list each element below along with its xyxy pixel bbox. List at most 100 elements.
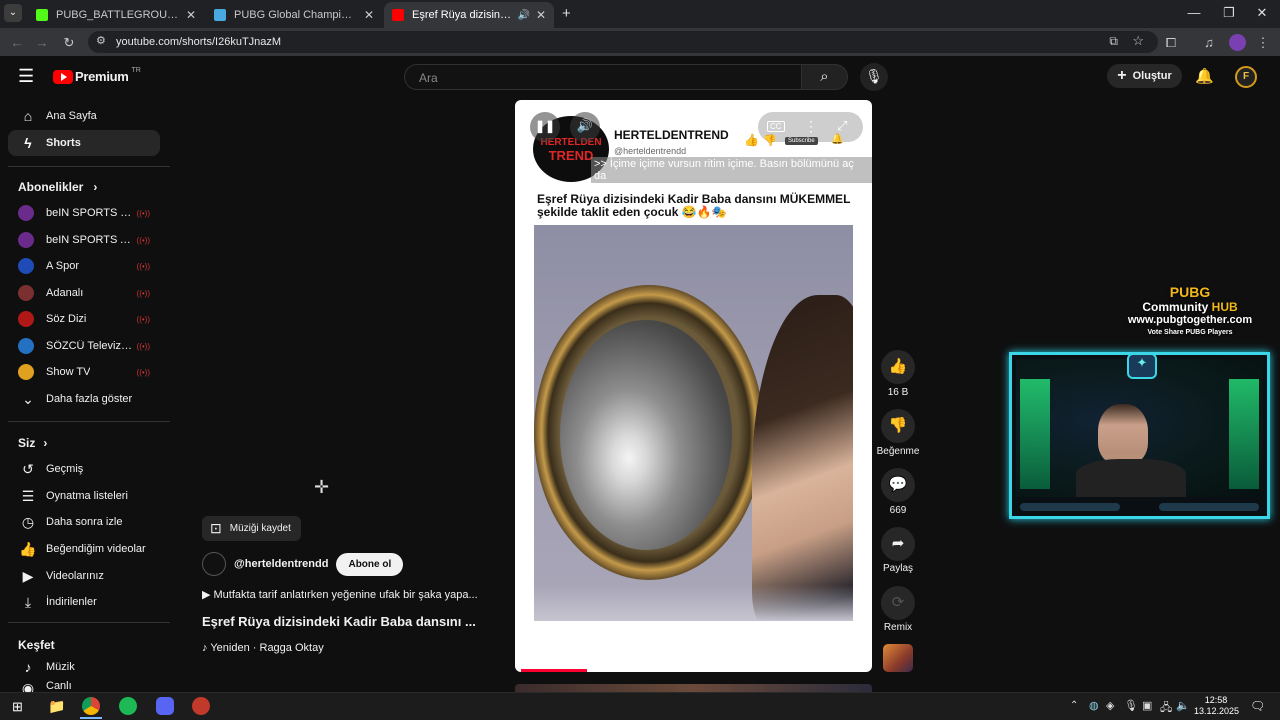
chrome-menu-icon[interactable]: ⋮ [1254,35,1272,51]
next-short-preview[interactable] [515,684,872,692]
sidebar-sub-0[interactable]: beIN SPORTS Tü... ((•)) [8,200,160,226]
save-music-button[interactable]: ⊡ Müziği kaydet [202,516,301,541]
windows-start-icon[interactable]: ⊞ [12,699,23,715]
spotify-taskbar-icon[interactable] [119,697,137,715]
sidebar-sub-5[interactable]: SÖZCÜ Televizyo... ((•)) [8,333,160,359]
sidebar-item-home[interactable]: ⌂ Ana Sayfa [8,103,160,129]
account-avatar[interactable]: F [1235,66,1257,88]
file-explorer-icon[interactable]: 📁 [48,698,65,715]
sidebar-item-shorts[interactable]: ϟ Shorts [8,130,160,156]
sidebar-item-live[interactable]: ◉ Canlı [8,680,160,692]
sidebar-item-liked-videos[interactable]: 👍 Beğendiğim videolar [8,536,160,562]
channel-handle[interactable]: @herteldentrendd [234,558,328,570]
browser-tab-2[interactable]: PUBG Global Championship 20 ✕ [206,2,382,28]
browser-tab-3-active[interactable]: Eşref Rüya dizisindeki Kadir 🔊 ✕ [384,2,554,28]
share-button[interactable]: ➦ [881,527,915,561]
like-button[interactable]: 👍 [881,350,915,384]
tray-chevron-icon[interactable]: ⌃ [1070,700,1078,711]
sidebar-item-your-videos[interactable]: ▶ Videolarınız [8,563,160,589]
more-options-icon[interactable]: ⋮ [804,118,818,135]
install-app-icon[interactable]: ⧉ [1109,34,1118,49]
short-music[interactable]: ♪ Yeniden · Ragga Oktay [202,642,324,654]
sidebar-item-downloads[interactable]: ⤓ İndirilenler [8,589,160,615]
media-control-icon[interactable]: ♫ [1200,35,1218,50]
back-icon[interactable]: ← [8,35,26,50]
subscribe-button[interactable]: Abone ol [336,552,404,576]
search-button[interactable]: ⌕ [801,64,848,90]
channel-avatar[interactable] [202,552,226,576]
sidebar-item-playlists[interactable]: ☰ Oynatma listeleri [8,483,160,509]
minimize-button[interactable]: — [1182,5,1206,20]
fullscreen-icon[interactable]: ⤢ [837,118,847,134]
sidebar-sub-6[interactable]: Show TV ((•)) [8,359,160,385]
volume-tray-icon[interactable]: 🔈 [1176,699,1190,712]
tab-title: PUBG_BATTLEGROUNDSTR Stre [56,9,180,21]
subscriptions-header[interactable]: Abonelikler › [18,180,97,194]
youtube-premium-logo[interactable]: Premium TR [53,67,141,84]
remix-button[interactable]: ⟳ [881,586,915,620]
tab-title: PUBG Global Championship 20 [234,9,358,21]
live-indicator-icon: ((•)) [136,341,150,351]
notifications-bell-icon[interactable]: 🔔 [1195,67,1214,85]
obs-taskbar-icon[interactable] [192,697,210,715]
network-icon[interactable]: 🖧 [1160,699,1172,718]
show-more-button[interactable]: ⌄ Daha fazla göster [8,386,160,412]
browser-tab-1[interactable]: PUBG_BATTLEGROUNDSTR Stre ✕ [28,2,204,28]
address-bar[interactable]: ⚙ youtube.com/shorts/I26kuTJnazM ⧉ ☆ [88,31,1158,53]
search-input[interactable]: Ara [404,64,802,90]
sidebar-sub-2[interactable]: A Spor ((•)) [8,253,160,279]
voice-search-button[interactable]: 🎙 [860,63,888,91]
chrome-taskbar-icon[interactable] [82,697,100,715]
comments-button[interactable]: 💬 [881,468,915,502]
create-button[interactable]: + Oluştur [1107,64,1182,88]
volume-button[interactable]: 🔊 [570,112,600,142]
discord-taskbar-icon[interactable] [156,697,174,715]
display-tray-icon[interactable]: ▣ [1142,699,1152,712]
site-info-icon[interactable]: ⚙ [96,34,106,47]
reload-icon[interactable]: ↻ [60,35,78,51]
you-header[interactable]: Siz › [18,436,47,450]
sidebar-item-watch-later[interactable]: ◷ Daha sonra izle [8,509,160,535]
player-channel-name[interactable]: HERTELDENTREND [614,128,729,142]
sidebar-sub-1[interactable]: beIN SPORTS Ar... ((•)) [8,227,160,253]
short-description[interactable]: ▶ Mutfakta tarif anlatırken yeğenine ufa… [202,588,502,601]
pause-button[interactable]: ❚❚ [530,112,560,142]
close-tab-icon[interactable]: ✕ [364,8,374,22]
sidebar-sub-3[interactable]: Adanalı ((•)) [8,280,160,306]
close-tab-icon[interactable]: ✕ [186,8,196,22]
maximize-button[interactable]: ❐ [1217,5,1241,21]
comment-count: 669 [889,505,907,516]
live-indicator-icon: ((•)) [136,314,150,324]
sidebar-item-music[interactable]: ♪ Müzik [8,654,160,680]
hamburger-menu-icon[interactable]: ☰ [18,66,34,87]
channel-name: Söz Dizi [46,313,87,325]
chevron-right-icon: › [43,436,48,450]
video-frame[interactable] [534,225,853,621]
mini-dislike-icon: 👎 [763,135,777,147]
progress-bar-fill[interactable] [521,669,587,672]
steam-tray-icon[interactable]: ◈ [1106,699,1114,712]
profile-avatar[interactable] [1229,34,1246,51]
shorts-player[interactable]: HERTELDEN TREND ❚❚ 🔊 HERTELDENTREND @hert… [515,100,872,672]
description-text: Mutfakta tarif anlatırken yeğenine ufak … [213,589,478,601]
dislike-button[interactable]: 👎 [881,409,915,443]
captions-button[interactable]: CC [767,121,785,132]
extensions-icon[interactable]: ⧠ [1162,35,1180,51]
close-tab-icon[interactable]: ✕ [536,8,546,22]
sidebar-sub-4[interactable]: Söz Dizi ((•)) [8,306,160,332]
sidebar-item-history[interactable]: ↺ Geçmiş [8,456,160,482]
notification-center-icon[interactable]: 🗨 [1250,699,1265,713]
sound-thumbnail[interactable] [883,644,913,672]
live-indicator-icon: ((•)) [136,261,150,271]
close-window-button[interactable]: ✕ [1250,5,1274,21]
shorts-icon: ϟ [24,135,32,151]
audio-playing-icon[interactable]: 🔊 [517,10,529,21]
tab-search-button[interactable]: ⌄ [4,4,22,22]
new-tab-button[interactable]: + [562,5,571,22]
forward-icon[interactable]: → [33,35,51,50]
bookmark-star-icon[interactable]: ☆ [1132,33,1144,49]
tab-title: Eşref Rüya dizisindeki Kadir [412,9,513,21]
taskbar-clock[interactable]: 12:58 13.12.2025 [1194,695,1239,717]
tray-app-icon[interactable]: ◍ [1089,699,1099,712]
mic-tray-icon[interactable]: 🎙 [1124,699,1138,712]
